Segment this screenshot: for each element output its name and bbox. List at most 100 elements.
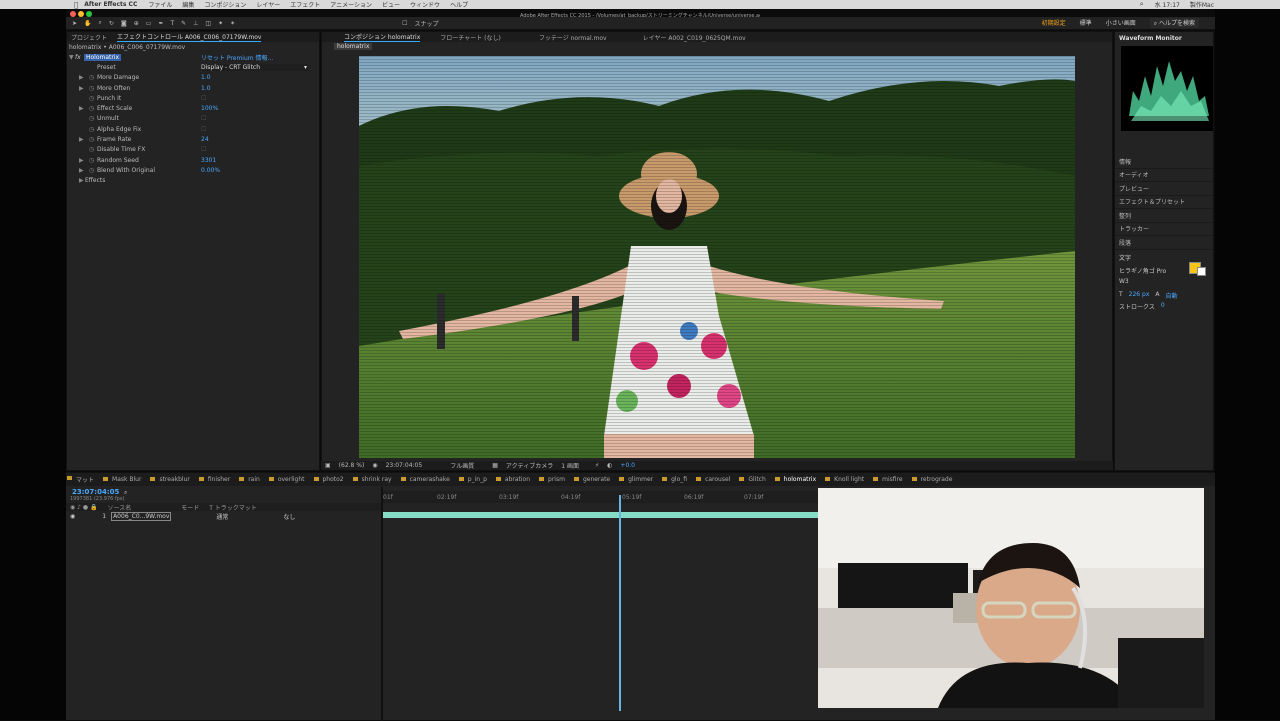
col-trkmat[interactable]: T トラックマット — [209, 503, 257, 512]
eraser-tool-icon[interactable]: ◫ — [205, 20, 211, 27]
workspace-standard[interactable]: 標準 — [1080, 18, 1092, 28]
twirl-icon[interactable]: ▶ — [79, 85, 84, 92]
prop-value[interactable]: 1.0 — [201, 74, 211, 81]
pan-behind-tool-icon[interactable]: ⊕ — [134, 20, 139, 27]
exposure-value[interactable]: +0.0 — [620, 462, 635, 469]
timeline-tab[interactable]: misfire — [872, 476, 910, 483]
stopwatch-icon[interactable]: ◷ — [89, 136, 94, 143]
clone-stamp-tool-icon[interactable]: ⊥ — [193, 20, 198, 27]
twirl-icon[interactable]: ▶ — [79, 74, 84, 81]
stopwatch-icon[interactable]: ◷ — [89, 105, 94, 112]
grid-icon[interactable]: ▦ — [492, 462, 498, 469]
stopwatch-icon[interactable]: ◷ — [89, 146, 94, 153]
menu-effect[interactable]: エフェクト — [290, 0, 320, 9]
prop-value[interactable]: 0.00% — [201, 167, 220, 174]
font-style-dropdown[interactable]: W3 — [1119, 278, 1209, 285]
panel-preview[interactable]: プレビュー — [1115, 182, 1213, 196]
panel-align[interactable]: 整列 — [1115, 209, 1213, 223]
type-tool-icon[interactable]: T — [170, 20, 174, 27]
timeline-tab[interactable]: shrink ray — [352, 476, 400, 483]
menu-layer[interactable]: レイヤー — [256, 0, 280, 9]
app-name-menu[interactable]: After Effects CC — [84, 1, 137, 8]
stroke-color-swatch[interactable] — [1197, 266, 1206, 276]
timeline-tab[interactable]: streakblur — [149, 476, 197, 483]
col-source-name[interactable]: ソース名 — [108, 503, 132, 512]
prop-checkbox[interactable]: ☐ — [201, 115, 206, 122]
timeline-tab[interactable]: マット — [66, 475, 102, 484]
eye-icon[interactable]: ◉ — [70, 513, 75, 520]
brush-tool-icon[interactable]: ✎ — [181, 20, 186, 27]
snapshot-icon[interactable]: ◉ — [372, 462, 377, 469]
prop-value[interactable]: 1.0 — [201, 85, 211, 92]
panel-info[interactable]: 情報 — [1115, 155, 1213, 169]
timeline-tab[interactable]: p_in_p — [458, 476, 495, 483]
composition-viewer[interactable] — [359, 56, 1075, 458]
tab-composition[interactable]: コンポジション holomatrix — [344, 32, 421, 42]
rectangle-tool-icon[interactable]: ▭ — [146, 20, 152, 27]
layer-row[interactable]: ◉ 1 A006_C0...9W.mov 通常 なし — [66, 511, 381, 521]
layer-duration-bar[interactable] — [383, 512, 819, 518]
stopwatch-icon[interactable]: ◷ — [89, 115, 94, 122]
timeline-tab-active[interactable]: holomatrix — [774, 476, 824, 483]
prop-value[interactable]: 3301 — [201, 157, 216, 164]
menu-animation[interactable]: アニメーション — [330, 0, 372, 9]
stopwatch-icon[interactable]: ◷ — [89, 95, 94, 102]
timeline-tab[interactable]: Glitch — [738, 476, 773, 483]
twirl-icon[interactable]: ▶ — [79, 157, 84, 164]
effect-links[interactable]: リセット Premium 情報... — [201, 53, 273, 62]
timeline-tab[interactable]: rain — [238, 476, 268, 483]
fast-preview-icon[interactable]: ⚡ — [595, 462, 599, 469]
snap-checkbox[interactable]: ☐ — [402, 20, 407, 27]
timeline-tab[interactable]: Mask Blur — [102, 476, 149, 483]
hand-tool-icon[interactable]: ✋ — [84, 20, 91, 27]
effect-name[interactable]: Holomatrix — [84, 53, 122, 61]
fx-icon[interactable]: fx — [75, 54, 81, 61]
tracking-value[interactable]: 0 — [1161, 302, 1165, 311]
effect-twirl-icon[interactable]: ▼ — [69, 54, 74, 61]
comp-chip[interactable]: holomatrix — [334, 43, 373, 50]
panel-tracker[interactable]: トラッカー — [1115, 223, 1213, 236]
timeline-tab[interactable]: camerashake — [400, 476, 458, 483]
preset-dropdown[interactable]: Display - CRT Glitch ▾ — [201, 63, 309, 71]
twirl-icon[interactable]: ▶ — [79, 177, 84, 184]
leading-value[interactable]: 自動 — [1166, 291, 1178, 300]
views-dropdown[interactable]: 1 画面 — [561, 461, 579, 470]
menubar-clock[interactable]: 水 17:17 — [1155, 0, 1180, 9]
panel-effects-presets[interactable]: エフェクト＆プリセット — [1115, 196, 1213, 209]
tab-footage[interactable]: フッテージ normal.mov — [539, 33, 607, 42]
menu-help[interactable]: ヘルプ — [450, 0, 468, 9]
layer-name[interactable]: A006_C0...9W.mov — [111, 511, 172, 521]
stopwatch-icon[interactable]: ◷ — [89, 157, 94, 164]
help-search-input[interactable]: ⌕ ヘルプを検索 — [1149, 18, 1199, 28]
rotate-tool-icon[interactable]: ↻ — [109, 20, 114, 27]
resolution-dropdown[interactable]: フル画質 — [450, 461, 474, 470]
tab-effect-controls[interactable]: エフェクトコントロール A006_C006_07179W.mov — [117, 32, 262, 42]
panel-audio[interactable]: オーディオ — [1115, 169, 1213, 182]
roto-brush-tool-icon[interactable]: ✦ — [218, 20, 223, 27]
tab-layer[interactable]: レイヤー A002_C019_0625QM.mov — [643, 33, 746, 42]
stopwatch-icon[interactable]: ◷ — [89, 167, 94, 174]
timeline-tab[interactable]: finisher — [198, 476, 238, 483]
menu-edit[interactable]: 編集 — [182, 0, 194, 9]
twirl-icon[interactable]: ▶ — [79, 167, 84, 174]
layer-parent[interactable]: なし — [283, 512, 295, 521]
timeline-tab[interactable]: overlight — [268, 476, 313, 483]
timeline-tab[interactable]: generate — [573, 476, 618, 483]
spotlight-icon[interactable]: ⌕ — [1140, 0, 1144, 9]
tab-project[interactable]: プロジェクト — [71, 33, 107, 42]
timeline-tab[interactable]: glo_fi — [661, 476, 695, 483]
exposure-icon[interactable]: ◐ — [607, 462, 612, 469]
col-mode[interactable]: モード — [181, 503, 199, 512]
stopwatch-icon[interactable]: ◷ — [89, 85, 94, 92]
stopwatch-icon[interactable]: ◷ — [89, 74, 94, 81]
prop-checkbox[interactable]: ☐ — [201, 126, 206, 133]
timeline-tab[interactable]: abration — [495, 476, 538, 483]
current-time-indicator[interactable] — [619, 495, 621, 711]
timeline-tab[interactable]: retrograde — [911, 476, 961, 483]
apple-icon[interactable]:  — [74, 1, 78, 9]
font-size-value[interactable]: 226 px — [1129, 291, 1150, 300]
workspace-default[interactable]: 初期設定 — [1042, 18, 1066, 28]
menubar-user[interactable]: 製作Mac — [1190, 0, 1214, 9]
workspace-small-screen[interactable]: 小さい画面 — [1106, 18, 1136, 28]
time-ruler[interactable]: 01f 02:19f 03:19f 04:19f 05:19f 06:19f 0… — [383, 491, 819, 503]
